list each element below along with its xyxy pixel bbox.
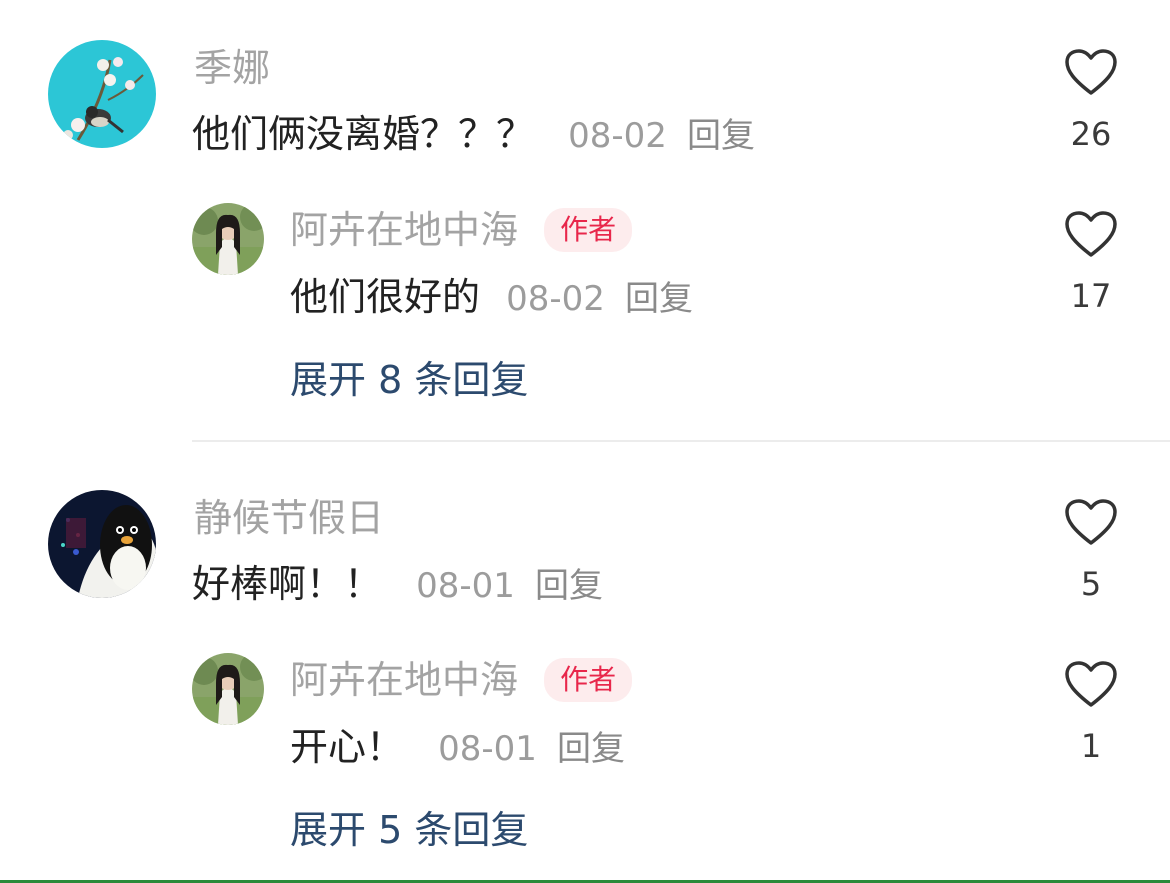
reply-username: 阿卉在地中海 作者 (290, 658, 633, 702)
heart-outline-icon (1065, 499, 1117, 545)
like-button[interactable]: 1 (1061, 660, 1121, 766)
comment-date: 08-02 (568, 116, 667, 156)
reply-date: 08-02 (506, 279, 605, 319)
reply-username-text[interactable]: 阿卉在地中海 (290, 208, 518, 252)
author-badge: 作者 (544, 658, 633, 702)
comment-avatar[interactable] (48, 40, 156, 148)
heart-outline-icon (1065, 49, 1117, 95)
comment-username[interactable]: 季娜 (194, 46, 270, 90)
reply-text: 开心！ (290, 725, 405, 769)
like-count: 5 (1080, 565, 1102, 603)
comment-divider (192, 440, 1170, 442)
reply-link[interactable]: 回复 (687, 116, 755, 156)
comment-avatar[interactable] (48, 490, 156, 598)
comment-body: 好棒啊！！ 08-01 回复 (192, 562, 603, 608)
reply-link[interactable]: 回复 (535, 566, 603, 606)
like-count: 26 (1070, 115, 1112, 153)
heart-outline-icon (1065, 211, 1117, 257)
author-badge: 作者 (544, 208, 633, 252)
reply-date: 08-01 (438, 729, 537, 769)
reply-body: 开心！ 08-01 回复 (290, 725, 625, 771)
heart-outline-icon (1065, 661, 1117, 707)
like-button[interactable]: 26 (1061, 48, 1121, 154)
expand-replies-link[interactable]: 展开 5 条回复 (290, 808, 528, 852)
reply-avatar[interactable] (192, 653, 264, 725)
reply-text: 他们很好的 (290, 275, 481, 319)
comment-body: 他们俩没离婚？？？ 08-02 回复 (192, 112, 755, 158)
comment-date: 08-01 (416, 566, 515, 606)
reply-link[interactable]: 回复 (625, 279, 693, 319)
like-button[interactable]: 17 (1061, 210, 1121, 316)
comment-text: 好棒啊！！ (192, 562, 383, 606)
reply-username: 阿卉在地中海 作者 (290, 208, 633, 252)
expand-replies-link[interactable]: 展开 8 条回复 (290, 358, 528, 402)
reply-avatar[interactable] (192, 203, 264, 275)
like-count: 1 (1080, 727, 1102, 765)
reply-body: 他们很好的 08-02 回复 (290, 275, 693, 321)
comment-username[interactable]: 静候节假日 (194, 496, 384, 540)
like-button[interactable]: 5 (1061, 498, 1121, 604)
reply-username-text[interactable]: 阿卉在地中海 (290, 658, 518, 702)
like-count: 17 (1070, 277, 1112, 315)
comment-text: 他们俩没离婚？？？ (192, 112, 535, 156)
reply-link[interactable]: 回复 (557, 729, 625, 769)
